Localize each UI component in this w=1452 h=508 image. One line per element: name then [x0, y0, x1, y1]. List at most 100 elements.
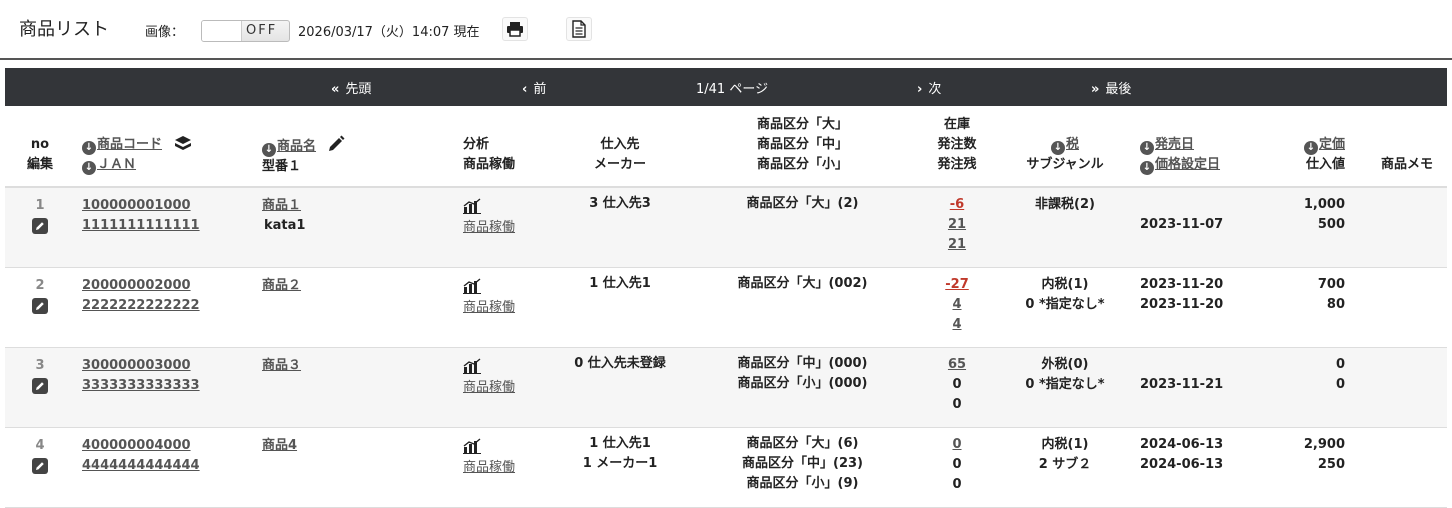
edit-button[interactable] [32, 457, 48, 474]
table-header: no 編集 ↓ 商品コード ↓ ＪＡＮ ↓ 商品名 型番１ 分析 商品稼働 仕入先 メ… [5, 106, 1447, 188]
supplier: 1 仕入先1 [589, 276, 651, 291]
sort-down-icon: ↓ [1140, 141, 1154, 155]
edit-button[interactable] [32, 377, 48, 394]
product-code-link[interactable]: 300000003000 [82, 356, 200, 376]
sort-code-link[interactable]: 商品コード [97, 137, 162, 152]
image-label: 画像： [145, 25, 185, 40]
col-memo: 商品メモ [1381, 157, 1434, 172]
print-button[interactable] [502, 17, 528, 41]
col-edit: 編集 [26, 157, 53, 172]
double-chevron-right-icon: » [1091, 82, 1100, 97]
pencil-icon [328, 135, 345, 151]
product-code-link[interactable]: 100000001000 [82, 196, 200, 216]
pager-prev[interactable]: ‹ 前 [522, 78, 546, 97]
analysis-chart-icon [463, 198, 481, 214]
list-price: 700 [1317, 277, 1345, 292]
maker: 1 メーカー1 [582, 456, 658, 471]
chevron-left-icon: ‹ [522, 82, 528, 97]
price-set-date: 2023-11-21 [1140, 377, 1224, 392]
analysis-chart-icon [463, 358, 481, 374]
chevron-right-icon: › [917, 82, 923, 97]
pager-first[interactable]: « 先頭 [331, 78, 371, 97]
analysis-chart-icon [463, 278, 481, 294]
page-title: 商品リスト [19, 19, 109, 40]
product-code-link[interactable]: 400000004000 [82, 436, 200, 456]
sort-down-icon: ↓ [82, 141, 96, 155]
pager-next-label: 次 [928, 82, 942, 97]
pencil-icon [36, 301, 44, 310]
stock-link[interactable]: 0 [927, 435, 987, 455]
cost-price: 0 [1335, 377, 1345, 392]
operation-link[interactable]: 商品稼働 [463, 298, 515, 318]
order-qty[interactable]: 4 [927, 295, 987, 315]
stock-link[interactable]: -27 [927, 275, 987, 295]
table-row: 2 200000002000 2222222222222 商品２ 商品稼働 1 仕入先1 商… [5, 268, 1447, 348]
row-no: 4 [35, 438, 45, 453]
cost-price: 250 [1317, 457, 1345, 472]
product-name-link[interactable]: 商品4 [262, 436, 297, 456]
current-datetime: 2026/03/17（火）14:07 現在 [298, 25, 480, 40]
jan-link[interactable]: 3333333333333 [82, 376, 200, 396]
order-remaining[interactable]: 21 [927, 235, 987, 255]
operation-link[interactable]: 商品稼働 [463, 218, 515, 238]
order-remaining: 0 [952, 477, 962, 492]
price-set-date: 2023-11-20 [1140, 297, 1224, 312]
product-name-link[interactable]: 商品３ [262, 356, 301, 376]
price-set-date: 2024-06-13 [1140, 457, 1224, 472]
subgenre: 2 サブ２ [1038, 457, 1092, 472]
order-qty[interactable]: 21 [927, 215, 987, 235]
operation-link[interactable]: 商品稼働 [463, 378, 515, 398]
table-row: 1 100000001000 1111111111111 商品１ kata1 商品稼働 3 … [5, 188, 1447, 268]
image-toggle[interactable]: OFF [201, 20, 290, 42]
col-maker: メーカー [593, 157, 646, 172]
release-date: 2024-06-13 [1140, 437, 1224, 452]
jan-link[interactable]: 2222222222222 [82, 296, 200, 316]
list-price: 1,000 [1303, 197, 1345, 212]
sort-price-date-link[interactable]: 価格設定日 [1155, 157, 1220, 172]
analysis-button[interactable] [463, 358, 515, 378]
document-button[interactable] [566, 17, 592, 41]
jan-link[interactable]: 4444444444444 [82, 456, 200, 476]
analysis-button[interactable] [463, 278, 515, 298]
product-name-link[interactable]: 商品２ [262, 276, 301, 296]
analysis-chart-icon [463, 438, 481, 454]
pager-first-label: 先頭 [345, 82, 372, 97]
col-model: 型番１ [262, 159, 302, 174]
release-date [1140, 355, 1223, 375]
col-analysis: 分析 [463, 137, 490, 152]
category-large: 商品区分「大」(2) [746, 196, 859, 211]
edit-button[interactable] [32, 217, 48, 234]
analysis-button[interactable] [463, 438, 515, 458]
sort-list-price-link[interactable]: 定価 [1319, 137, 1345, 152]
release-date [1140, 195, 1223, 215]
analysis-button[interactable] [463, 198, 515, 218]
tax-type: 内税(1) [1041, 277, 1089, 292]
operation-link[interactable]: 商品稼働 [463, 458, 515, 478]
sort-down-icon: ↓ [1140, 161, 1154, 175]
col-cost: 仕入値 [1305, 157, 1345, 172]
pager-next[interactable]: › 次 [917, 78, 941, 97]
supplier: 1 仕入先1 [589, 436, 651, 451]
jan-link[interactable]: 1111111111111 [82, 216, 200, 236]
sort-release-link[interactable]: 発売日 [1155, 137, 1194, 152]
category-middle: 商品区分「中」(23) [742, 456, 863, 471]
edit-button[interactable] [32, 297, 48, 314]
model-number: kata1 [264, 218, 306, 233]
tax-type: 外税(0) [1041, 357, 1089, 372]
product-name-link[interactable]: 商品１ [262, 196, 305, 216]
pager-page-indicator: 1/41 ページ [696, 82, 769, 97]
sort-name-link[interactable]: 商品名 [277, 139, 316, 154]
stock-link[interactable]: 65 [927, 355, 987, 375]
stack-icon [174, 136, 191, 150]
col-no: no [30, 137, 50, 152]
top-bar: 商品リスト 画像： OFF 2026/03/17（火）14:07 現在 [0, 0, 1452, 60]
pager-last[interactable]: » 最後 [1091, 78, 1131, 97]
order-remaining[interactable]: 4 [927, 315, 987, 335]
stock-link[interactable]: -6 [927, 195, 987, 215]
sort-tax-link[interactable]: 税 [1066, 137, 1079, 152]
sort-jan-link[interactable]: ＪＡＮ [97, 157, 136, 172]
product-code-link[interactable]: 200000002000 [82, 276, 200, 296]
release-date: 2023-11-20 [1140, 277, 1224, 292]
pencil-icon [36, 461, 44, 470]
sort-down-icon: ↓ [262, 143, 276, 157]
